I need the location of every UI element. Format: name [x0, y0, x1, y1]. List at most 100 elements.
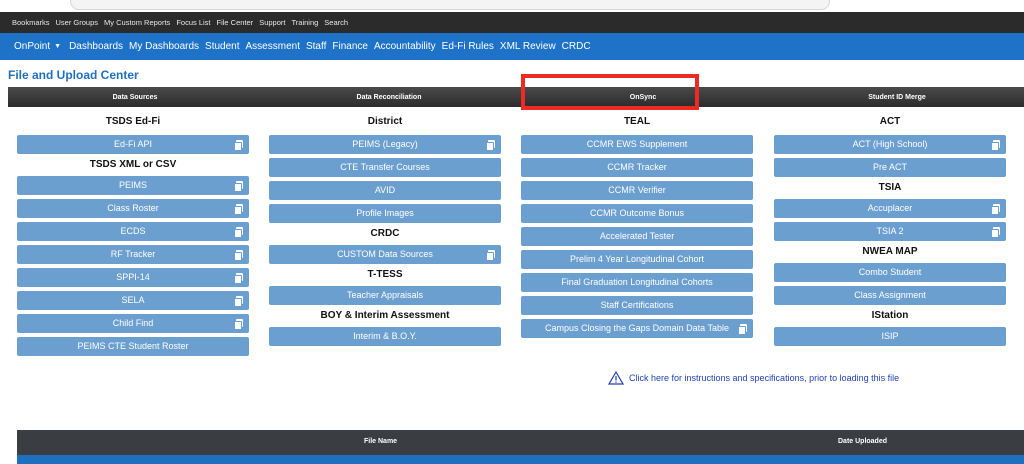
copy-icon[interactable] — [234, 140, 243, 151]
util-link-user-groups[interactable]: User Groups — [56, 18, 99, 27]
copy-icon[interactable] — [991, 140, 1000, 151]
upload-button[interactable]: PEIMS CTE Student Roster — [17, 337, 249, 356]
upload-button[interactable]: Class Roster — [17, 199, 249, 218]
upload-button[interactable]: Interim & B.O.Y. — [269, 327, 501, 346]
section-heading: District — [367, 116, 403, 127]
nav-item-staff[interactable]: Staff — [306, 41, 326, 52]
section-heading: TSDS Ed-Fi — [105, 116, 161, 127]
nav-item-my-dashboards[interactable]: My Dashboards — [129, 41, 199, 52]
upload-button[interactable]: ECDS — [17, 222, 249, 241]
nav-item-accountability[interactable]: Accountability — [374, 41, 436, 52]
section-heading: IStation — [871, 310, 909, 321]
upload-column: ACT ACT (High School) Pre ACT TSIA Accuplace… — [774, 114, 1006, 350]
copy-icon[interactable] — [234, 204, 243, 215]
copy-icon[interactable] — [234, 227, 243, 238]
upload-button[interactable]: Accuplacer — [774, 199, 1006, 218]
upload-button-label: RF Tracker — [110, 249, 156, 259]
upload-button-label: Interim & B.O.Y. — [353, 331, 417, 341]
upload-button[interactable]: Pre ACT — [774, 158, 1006, 177]
upload-button[interactable]: Campus Closing the Gaps Domain Data Tabl… — [521, 319, 753, 338]
copy-icon[interactable] — [234, 181, 243, 192]
copy-icon[interactable] — [486, 250, 495, 261]
upload-button-label: Accelerated Tester — [599, 231, 675, 241]
util-link-focus-list[interactable]: Focus List — [176, 18, 210, 27]
nav-item-xml-review[interactable]: XML Review — [500, 41, 556, 52]
upload-button[interactable]: SPPI-14 — [17, 268, 249, 287]
upload-button[interactable]: Ed-Fi API — [17, 135, 249, 154]
upload-button[interactable]: ACT (High School) — [774, 135, 1006, 154]
tab-data-reconciliation[interactable]: Data Reconciliation — [262, 87, 516, 107]
upload-button[interactable]: CUSTOM Data Sources — [269, 245, 501, 264]
section-heading: NWEA MAP — [862, 246, 918, 257]
copy-icon[interactable] — [738, 324, 747, 335]
upload-button-label: Accuplacer — [867, 203, 913, 213]
upload-button[interactable]: SELA — [17, 291, 249, 310]
upload-button[interactable]: Profile Images — [269, 204, 501, 223]
onsync-highlight-box — [521, 74, 699, 110]
nav-brand[interactable]: OnPoint — [14, 41, 50, 52]
upload-button[interactable]: Staff Certifications — [521, 296, 753, 315]
copy-icon[interactable] — [234, 319, 243, 330]
column-file-name[interactable]: File Name — [364, 438, 397, 445]
util-link-custom-reports[interactable]: My Custom Reports — [104, 18, 170, 27]
copy-icon[interactable] — [991, 204, 1000, 215]
upload-button-label: CCMR Outcome Bonus — [589, 208, 685, 218]
chevron-down-icon[interactable]: ▼ — [54, 43, 61, 50]
nav-item-student[interactable]: Student — [205, 41, 239, 52]
upload-button[interactable]: AVID — [269, 181, 501, 200]
upload-button-label: Pre ACT — [872, 162, 907, 172]
upload-button[interactable]: CCMR EWS Supplement — [521, 135, 753, 154]
upload-button[interactable]: Accelerated Tester — [521, 227, 753, 246]
tab-data-sources[interactable]: Data Sources — [8, 87, 262, 107]
upload-button[interactable]: Teacher Appraisals — [269, 286, 501, 305]
upload-button[interactable]: PEIMS (Legacy) — [269, 135, 501, 154]
upload-button-label: CCMR Verifier — [608, 185, 666, 195]
instructions-link[interactable]: Click here for instructions and specific… — [608, 371, 899, 385]
tab-student-id-merge[interactable]: Student ID Merge — [770, 87, 1024, 107]
column-date-uploaded[interactable]: Date Uploaded — [838, 438, 887, 445]
util-link-training[interactable]: Training — [291, 18, 318, 27]
section-heading: T-TESS — [367, 269, 403, 280]
nav-item-assessment[interactable]: Assessment — [246, 41, 300, 52]
upload-button[interactable]: CCMR Verifier — [521, 181, 753, 200]
upload-button[interactable]: Final Graduation Longitudinal Cohorts — [521, 273, 753, 292]
upload-button[interactable]: RF Tracker — [17, 245, 249, 264]
util-link-bookmarks[interactable]: Bookmarks — [12, 18, 50, 27]
upload-button[interactable]: CTE Transfer Courses — [269, 158, 501, 177]
table-row[interactable] — [17, 455, 1024, 464]
upload-button-label: ISIP — [881, 331, 899, 341]
page-title: File and Upload Center — [8, 68, 139, 82]
copy-icon[interactable] — [991, 227, 1000, 238]
main-nav: OnPoint ▼ Dashboards My Dashboards Stude… — [0, 33, 1024, 60]
upload-column: TSDS Ed-Fi Ed-Fi API TSDS XML or CSV PEIMS C… — [17, 114, 249, 360]
upload-button-label: Profile Images — [356, 208, 414, 218]
upload-column: TEAL CCMR EWS Supplement CCMR Tracker CCMR … — [521, 114, 753, 342]
nav-item-crdc[interactable]: CRDC — [562, 41, 591, 52]
upload-button-label: SELA — [121, 295, 145, 305]
copy-icon[interactable] — [234, 296, 243, 307]
upload-button-label: Ed-Fi API — [113, 139, 152, 149]
upload-button[interactable]: TSIA 2 — [774, 222, 1006, 241]
copy-icon[interactable] — [486, 140, 495, 151]
upload-button[interactable]: ISIP — [774, 327, 1006, 346]
nav-item-ed-fi-rules[interactable]: Ed-Fi Rules — [442, 41, 494, 52]
upload-button[interactable]: Child Find — [17, 314, 249, 333]
upload-button[interactable]: CCMR Outcome Bonus — [521, 204, 753, 223]
address-bar — [70, 0, 830, 10]
copy-icon[interactable] — [234, 250, 243, 261]
nav-item-finance[interactable]: Finance — [332, 41, 368, 52]
copy-icon[interactable] — [234, 273, 243, 284]
nav-item-dashboards[interactable]: Dashboards — [69, 41, 123, 52]
upload-button[interactable]: PEIMS — [17, 176, 249, 195]
uploads-table-header: File Name Date Uploaded — [17, 430, 1024, 455]
util-link-file-center[interactable]: File Center — [217, 18, 254, 27]
upload-column: District PEIMS (Legacy) CTE Transfer Cours… — [269, 114, 501, 350]
upload-button[interactable]: CCMR Tracker — [521, 158, 753, 177]
instructions-link-text[interactable]: Click here for instructions and specific… — [629, 373, 899, 383]
util-link-support[interactable]: Support — [259, 18, 285, 27]
upload-button[interactable]: Combo Student — [774, 263, 1006, 282]
upload-button[interactable]: Prelim 4 Year Longitudinal Cohort — [521, 250, 753, 269]
util-link-search[interactable]: Search — [324, 18, 348, 27]
upload-button-label: CCMR EWS Supplement — [586, 139, 688, 149]
upload-button[interactable]: Class Assignment — [774, 286, 1006, 305]
